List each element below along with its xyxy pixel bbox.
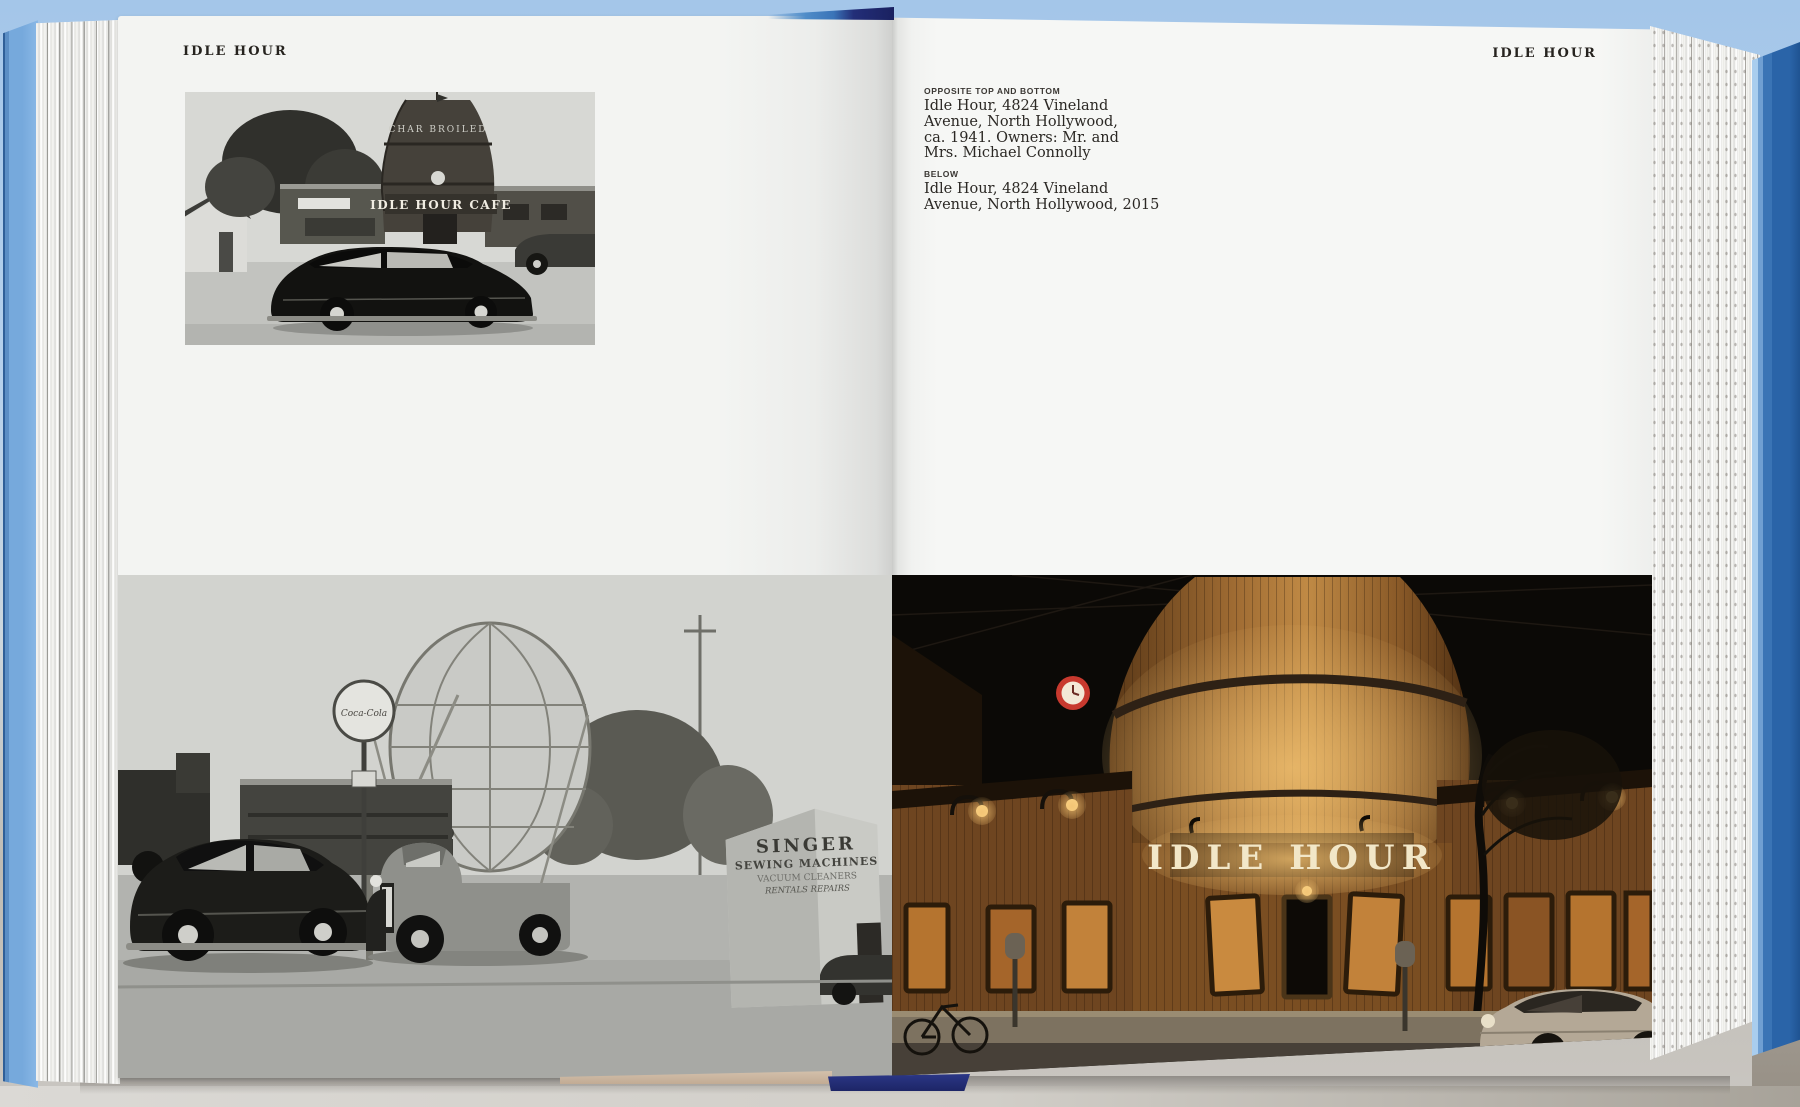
book-cover-left-edge xyxy=(3,16,38,1092)
left-page: IDLE HOUR xyxy=(118,16,892,1078)
left-wing-building xyxy=(280,184,385,244)
right-page: IDLE HOUR OPPOSITE TOP AND BOTTOM Idle H… xyxy=(892,8,1652,1076)
caption-line: Idle Hour, 4824 Vineland xyxy=(924,99,1174,115)
caption-line: Mrs. Michael Connolly xyxy=(924,146,1174,162)
page-stack-right xyxy=(1650,26,1760,1060)
photo-idle-hour-2015: IDLE HOUR xyxy=(892,575,1652,1076)
page-stack-left xyxy=(36,20,120,1084)
windows-center xyxy=(1208,879,1403,997)
barrel-top-text: CHAR BROILED xyxy=(389,125,488,135)
singer-line1: SINGER xyxy=(756,833,857,857)
cafe-sign-text: IDLE HOUR CAFE xyxy=(370,198,512,212)
left-running-head: IDLE HOUR xyxy=(183,44,288,59)
clock xyxy=(1056,676,1090,710)
caption-line: ca. 1941. Owners: Mr. and xyxy=(924,131,1174,147)
caption-line: Idle Hour, 4824 Vineland xyxy=(924,182,1174,198)
front-door xyxy=(1284,897,1330,997)
right-running-head: IDLE HOUR xyxy=(1412,46,1597,61)
cola-sign-text: Coca-Cola xyxy=(341,709,387,719)
caption-line: Avenue, North Hollywood, xyxy=(924,115,1174,131)
idle-hour-sign: IDLE HOUR xyxy=(1142,815,1442,895)
photo-idle-hour-construction: Coca-Cola SINGER SEWING MACHINES VACUUM … xyxy=(118,575,892,1078)
caption-label-below: BELOW xyxy=(924,169,1174,179)
caption-line: Avenue, North Hollywood, 2015 xyxy=(924,198,1174,214)
book-cover-right-edge xyxy=(1752,42,1800,1056)
night-sign-text: IDLE HOUR xyxy=(1147,838,1437,878)
bottom-cover-navy xyxy=(828,1074,970,1091)
caption-label-opposite: OPPOSITE TOP AND BOTTOM xyxy=(924,86,1174,96)
photo-idle-hour-1941: CHAR BROILED IDLE HOUR CAFE xyxy=(185,92,595,345)
caption-block: OPPOSITE TOP AND BOTTOM Idle Hour, 4824 … xyxy=(924,86,1174,214)
